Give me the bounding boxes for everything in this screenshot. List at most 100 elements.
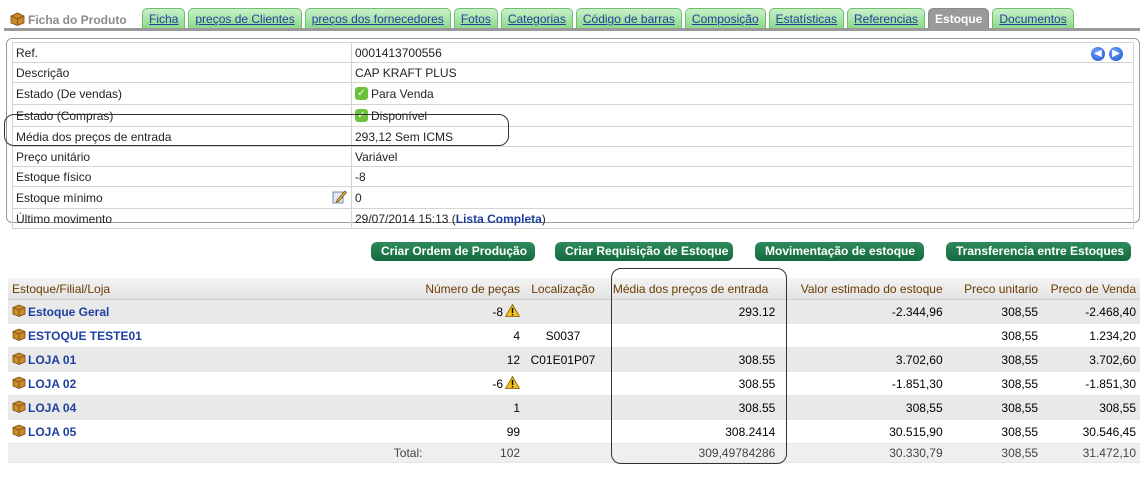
location-cell: S0037	[524, 323, 602, 348]
next-arrow-icon[interactable]: ▶	[1109, 47, 1123, 61]
tab-estatisticas[interactable]: Estatísticas	[768, 8, 844, 29]
store-cell: ESTOQUE TESTE01	[8, 323, 310, 348]
location-cell: C01E01P07	[524, 347, 602, 372]
unit-price-cell: 308,55	[946, 395, 1043, 420]
average-price-cell: 308.55	[601, 347, 780, 372]
info-row-buy-status: Estado (Compras) ✓ Disponível	[12, 104, 1134, 127]
total-sale-price: 31.472,10	[1042, 443, 1140, 463]
previous-arrow-icon[interactable]: ◀	[1091, 47, 1105, 61]
store-link[interactable]: LOJA 01	[28, 353, 76, 367]
table-row: LOJA 04 1 308.55 308,55 308,55 308,55	[8, 395, 1140, 420]
store-link[interactable]: LOJA 04	[28, 401, 76, 415]
store-link[interactable]: LOJA 05	[28, 425, 76, 439]
package-icon	[12, 400, 26, 413]
table-row: Estoque Geral -8 293.12 -2.344,96 308,55…	[8, 299, 1140, 324]
description-label: Descrição	[12, 62, 352, 83]
total-average-price: 309,49784286	[601, 443, 780, 463]
tab-documentos[interactable]: Documentos	[992, 8, 1074, 29]
store-link[interactable]: Estoque Geral	[28, 305, 109, 319]
sale-price-cell: -2.468,40	[1042, 299, 1140, 324]
store-link[interactable]: ESTOQUE TESTE01	[28, 329, 142, 343]
create-production-order-button[interactable]: Criar Ordem de Produção	[371, 242, 535, 261]
package-icon	[12, 304, 26, 317]
info-row-ref: Ref. 0001413700556 ◀ ▶	[12, 42, 1134, 63]
unit-price-cell: 308,55	[946, 323, 1043, 348]
store-cell: LOJA 05	[8, 419, 310, 444]
tab-estoque[interactable]: Estoque	[928, 8, 990, 29]
page-title: Ficha do Produto	[10, 12, 127, 27]
min-stock-label-cell: Estoque mínimo	[12, 186, 352, 209]
unit-price-cell: 308,55	[946, 299, 1043, 324]
sale-status-label: Estado (De vendas)	[12, 82, 352, 105]
average-price-cell: 308.55	[601, 395, 780, 420]
package-icon	[12, 352, 26, 365]
last-movement-cell: 29/07/2014 15:13 (Lista Completa)	[351, 208, 1134, 229]
tab-fotos[interactable]: Fotos	[453, 8, 498, 29]
stock-movement-button[interactable]: Movimentação de estoque	[755, 242, 924, 261]
qty-cell: -8	[309, 299, 525, 324]
last-movement-value: 29/07/2014 15:13 (	[355, 211, 456, 226]
physical-stock-value: -8	[351, 166, 1134, 187]
info-row-average-price: Média dos preços de entrada 293,12 Sem I…	[12, 126, 1134, 147]
header-qty: Número de peças	[309, 278, 525, 300]
sale-status-cell: ✓ Para Venda	[351, 82, 1134, 105]
tab-referencias[interactable]: Referencias	[846, 8, 926, 29]
header-store: Estoque/Filial/Loja	[8, 278, 310, 300]
qty-value: -6	[492, 377, 504, 391]
tab-codigo-barras[interactable]: Código de barras	[575, 8, 682, 29]
sale-price-cell: -1.851,30	[1042, 371, 1140, 396]
product-info-panel: Ref. 0001413700556 ◀ ▶ Descrição CAP KRA…	[6, 38, 1140, 229]
tab-composicao[interactable]: Composição	[684, 8, 766, 29]
store-link[interactable]: LOJA 02	[28, 377, 76, 391]
ref-label: Ref.	[12, 42, 352, 63]
warning-icon	[505, 376, 521, 389]
average-price-cell: 293.12	[601, 299, 780, 324]
table-row: LOJA 01 12 C01E01P07 308.55 3.702,60 308…	[8, 347, 1140, 372]
tab-bar: Ficha do Produto Ficha preços de Cliente…	[4, 6, 1140, 29]
store-cell: LOJA 01	[8, 347, 310, 372]
package-icon	[12, 424, 26, 437]
stock-header-row: Estoque/Filial/Loja Número de peças Loca…	[8, 278, 1140, 300]
qty-cell: 4	[309, 323, 525, 348]
header-location: Localização	[524, 278, 602, 300]
tab-ficha[interactable]: Ficha	[142, 8, 186, 29]
table-row: LOJA 05 99 308.2414 30.515,90 308,55 30.…	[8, 419, 1140, 444]
unit-price-cell: 308,55	[946, 371, 1043, 396]
average-price-value: 293,12 Sem ICMS	[351, 126, 1134, 147]
store-cell: LOJA 04	[8, 395, 310, 420]
estimated-value-cell: -1.851,30	[779, 371, 947, 396]
package-icon	[12, 328, 26, 341]
full-list-link[interactable]: Lista Completa	[456, 212, 542, 226]
qty-cell: -6	[309, 371, 525, 396]
stock-transfer-button[interactable]: Transferencia entre Estoques	[946, 242, 1131, 261]
buy-status-label: Estado (Compras)	[12, 104, 352, 127]
edit-icon[interactable]	[332, 189, 347, 204]
info-row-last-movement: Último movimento 29/07/2014 15:13 (Lista…	[12, 208, 1134, 229]
tabs: Ficha preços de Clientes preços dos forn…	[142, 8, 1077, 29]
package-icon	[10, 12, 25, 26]
total-qty-cell: Total: 102	[309, 443, 525, 463]
unit-price-label: Preço unitário	[12, 146, 352, 167]
table-row: ESTOQUE TESTE01 4 S0037 308,55 1.234,20	[8, 323, 1140, 348]
sale-price-cell: 308,55	[1042, 395, 1140, 420]
sale-price-cell: 3.702,60	[1042, 347, 1140, 372]
average-price-cell: 308.55	[601, 371, 780, 396]
unit-price-value: Variável	[351, 146, 1134, 167]
location-cell	[524, 299, 602, 324]
total-estimated-value: 30.330,79	[779, 443, 947, 463]
physical-stock-label: Estoque físico	[12, 166, 352, 187]
buy-status-cell: ✓ Disponível	[351, 104, 1134, 127]
estimated-value-cell	[779, 323, 947, 348]
tab-categorias[interactable]: Categorias	[500, 8, 573, 29]
create-stock-request-button[interactable]: Criar Requisição de Estoque	[555, 242, 733, 261]
product-info-table: Ref. 0001413700556 ◀ ▶ Descrição CAP KRA…	[12, 42, 1134, 229]
qty-cell: 99	[309, 419, 525, 444]
header-unit-price: Preco unitario	[946, 278, 1043, 300]
buy-status-value: Disponível	[371, 108, 428, 123]
average-price-label: Média dos preços de entrada	[12, 126, 352, 147]
tab-precos-fornecedores[interactable]: preços dos fornecedores	[304, 8, 451, 29]
header-estimated-value: Valor estimado do estoque	[779, 278, 947, 300]
tab-underline	[4, 28, 1140, 31]
info-row-sale-status: Estado (De vendas) ✓ Para Venda	[12, 82, 1134, 105]
tab-precos-clientes[interactable]: preços de Clientes	[188, 8, 302, 29]
